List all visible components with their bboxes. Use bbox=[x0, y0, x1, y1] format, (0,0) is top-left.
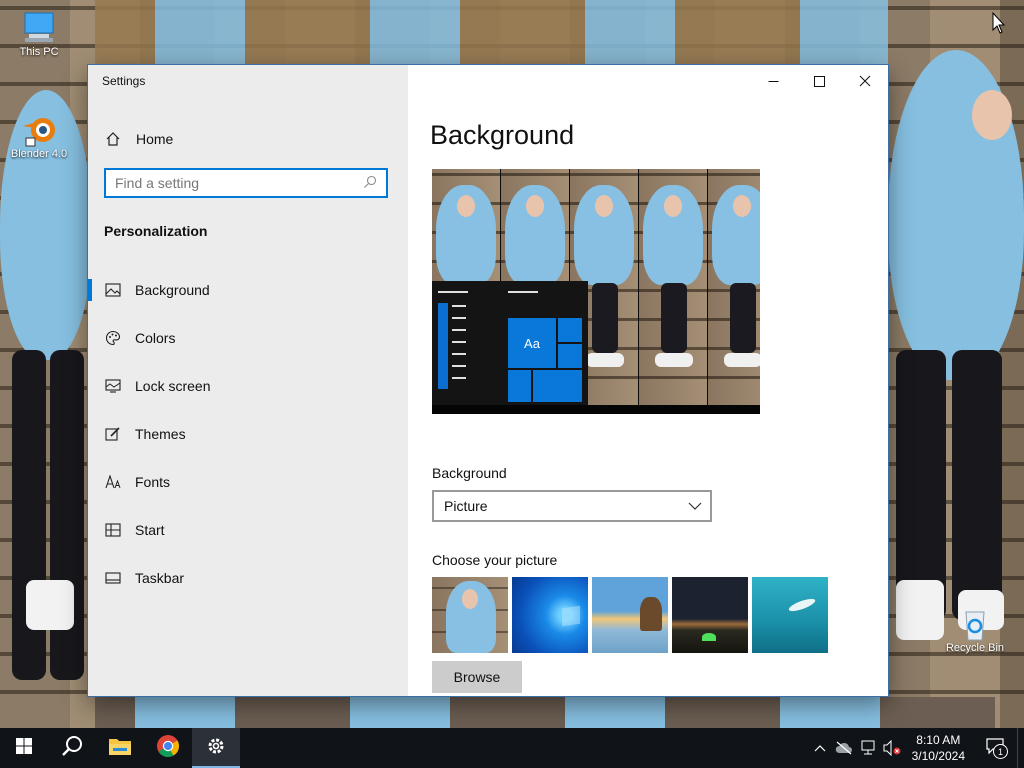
dropdown-value: Picture bbox=[444, 498, 488, 514]
background-label: Background bbox=[432, 465, 507, 481]
system-tray: 8:10 AM 3/10/2024 1 bbox=[808, 728, 1024, 768]
chevron-down-icon bbox=[688, 502, 702, 510]
maximize-icon[interactable] bbox=[796, 65, 842, 97]
themes-brush-icon bbox=[104, 425, 122, 443]
mouse-cursor-icon bbox=[992, 11, 1006, 39]
picture-thumbnail-underwater[interactable] bbox=[752, 577, 828, 653]
nav-item-label: Themes bbox=[135, 426, 186, 442]
nav-item-lock-screen[interactable]: Lock screen bbox=[88, 362, 408, 410]
notification-count-badge: 1 bbox=[993, 744, 1008, 759]
computer-icon bbox=[21, 10, 57, 44]
search-box[interactable] bbox=[104, 168, 388, 198]
browse-button[interactable]: Browse bbox=[432, 661, 522, 693]
picture-thumbnails bbox=[432, 577, 828, 653]
settings-content: Background Aa Background Picture Choose … bbox=[408, 65, 888, 696]
desktop-icon-label: Recycle Bin bbox=[945, 642, 1005, 654]
background-picture-icon bbox=[104, 281, 122, 299]
picture-thumbnail-night[interactable] bbox=[672, 577, 748, 653]
home-icon bbox=[105, 131, 123, 147]
nav-item-label: Lock screen bbox=[135, 378, 211, 394]
nav-item-label: Fonts bbox=[135, 474, 171, 490]
nav-item-label: Background bbox=[135, 282, 210, 298]
taskbar-icon bbox=[104, 569, 122, 587]
personalization-nav: Background Colors Lock screen Themes Fon… bbox=[88, 266, 408, 602]
start-icon bbox=[16, 737, 32, 759]
nav-item-start[interactable]: Start bbox=[88, 506, 408, 554]
recycle-bin-icon bbox=[957, 606, 993, 641]
taskbar-settings[interactable] bbox=[192, 728, 240, 768]
network-icon[interactable] bbox=[856, 728, 880, 768]
show-desktop-button[interactable] bbox=[1017, 728, 1024, 768]
nav-home[interactable]: Home bbox=[88, 125, 408, 153]
wallpaper-bottom-strip bbox=[95, 697, 995, 728]
desktop-icon-label: This PC bbox=[19, 46, 59, 58]
onedrive-offline-icon[interactable] bbox=[832, 728, 856, 768]
picture-thumbnail-beach[interactable] bbox=[592, 577, 668, 653]
desktop-icon-this-pc[interactable]: This PC bbox=[4, 10, 74, 58]
clock-date: 3/10/2024 bbox=[911, 749, 965, 763]
settings-sidebar: Settings Home Personalization Background bbox=[88, 65, 408, 696]
close-icon[interactable] bbox=[842, 65, 888, 97]
start-button[interactable] bbox=[0, 728, 48, 768]
taskbar: 8:10 AM 3/10/2024 1 bbox=[0, 728, 1024, 768]
desktop-icon-recycle-bin[interactable]: Recycle Bin bbox=[940, 606, 1010, 654]
nav-item-label: Colors bbox=[135, 330, 176, 346]
nav-item-label: Taskbar bbox=[135, 570, 185, 586]
start-layout-icon bbox=[104, 521, 122, 539]
desktop-preview: Aa bbox=[432, 169, 760, 414]
palette-icon bbox=[104, 329, 122, 347]
search-input[interactable] bbox=[106, 174, 363, 192]
action-center-button[interactable]: 1 bbox=[973, 728, 1017, 768]
blender-icon bbox=[21, 112, 57, 147]
settings-window: Settings Home Personalization Background bbox=[88, 65, 888, 696]
wallpaper-figure-right bbox=[888, 50, 1024, 650]
volume-muted-icon[interactable] bbox=[880, 728, 904, 768]
search-icon[interactable] bbox=[363, 175, 379, 191]
chrome-icon bbox=[156, 734, 180, 763]
choose-picture-label: Choose your picture bbox=[432, 552, 558, 568]
wallpaper-figure-left bbox=[0, 90, 95, 680]
fonts-icon bbox=[104, 473, 122, 491]
window-controls bbox=[750, 65, 888, 97]
lock-screen-icon bbox=[104, 377, 122, 395]
minimize-icon[interactable] bbox=[750, 65, 796, 97]
picture-thumbnail-girl[interactable] bbox=[432, 577, 508, 653]
chevron-up-icon[interactable] bbox=[808, 728, 832, 768]
picture-thumbnail-windows[interactable] bbox=[512, 577, 588, 653]
search-icon bbox=[61, 735, 83, 762]
taskbar-file-explorer[interactable] bbox=[96, 728, 144, 768]
settings-gear-icon bbox=[206, 736, 226, 761]
desktop-icon-label: Blender 4.0 bbox=[10, 148, 68, 160]
preview-sample-text: Aa bbox=[507, 317, 557, 369]
taskbar-clock[interactable]: 8:10 AM 3/10/2024 bbox=[904, 732, 973, 764]
taskbar-chrome[interactable] bbox=[144, 728, 192, 768]
taskbar-search-button[interactable] bbox=[48, 728, 96, 768]
clock-time: 8:10 AM bbox=[916, 733, 961, 747]
nav-item-fonts[interactable]: Fonts bbox=[88, 458, 408, 506]
nav-item-colors[interactable]: Colors bbox=[88, 314, 408, 362]
background-type-dropdown[interactable]: Picture bbox=[432, 490, 712, 522]
nav-home-label: Home bbox=[136, 131, 174, 147]
section-title: Personalization bbox=[104, 223, 208, 239]
preview-start-menu: Aa bbox=[432, 281, 588, 405]
nav-item-themes[interactable]: Themes bbox=[88, 410, 408, 458]
file-explorer-icon bbox=[108, 736, 132, 761]
wallpaper-top-strip bbox=[95, 0, 888, 64]
page-title: Background bbox=[430, 120, 575, 150]
nav-item-label: Start bbox=[135, 522, 165, 538]
window-title: Settings bbox=[102, 74, 146, 88]
nav-item-background[interactable]: Background bbox=[88, 266, 408, 314]
desktop-icon-blender[interactable]: Blender 4.0 bbox=[4, 112, 74, 160]
nav-item-taskbar[interactable]: Taskbar bbox=[88, 554, 408, 602]
